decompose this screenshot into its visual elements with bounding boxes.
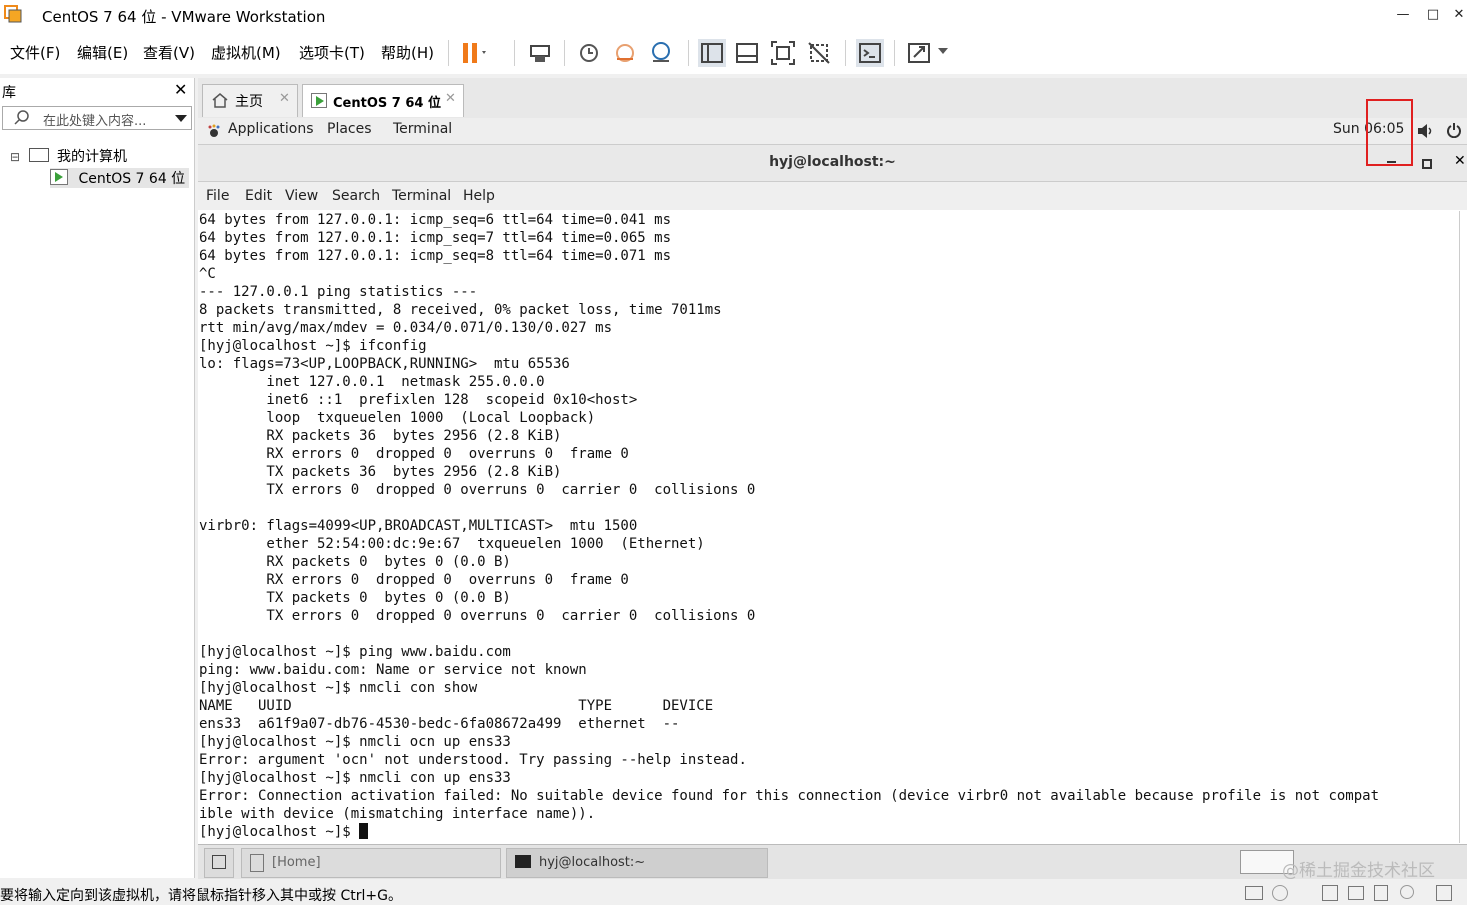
terminal-icon <box>515 855 531 868</box>
unity-mode-icon[interactable] <box>805 39 833 67</box>
library-search-input[interactable]: 在此处键入内容... <box>2 106 192 130</box>
toolbar-separator <box>894 40 895 66</box>
gnome-terminal-menu[interactable]: Terminal <box>393 121 452 137</box>
terminal-title: hyj@localhost:~ <box>769 154 896 170</box>
vmware-logo-icon <box>4 5 22 23</box>
close-button[interactable]: ✕ <box>1444 4 1467 26</box>
power-icon[interactable] <box>1446 122 1462 142</box>
gnome-top-bar: Applications Places Terminal Sun 06:05 <box>198 118 1467 145</box>
watermark: @稀土掘金技术社区 <box>1282 861 1435 881</box>
network-icon[interactable] <box>1322 885 1338 901</box>
hard-disk-icon[interactable] <box>1245 886 1263 900</box>
sound-icon[interactable] <box>1374 885 1388 901</box>
taskbar-home-label: [Home] <box>272 855 321 870</box>
tab-centos[interactable]: CentOS 7 64 位 ✕ <box>302 84 464 117</box>
terminal-output[interactable]: 64 bytes from 127.0.0.1: icmp_seq=6 ttl=… <box>199 211 1460 843</box>
menu-tabs[interactable]: 选项卡(T) <box>299 42 365 63</box>
toolbar-separator <box>564 40 565 66</box>
toolbar-separator <box>448 40 449 66</box>
gnome-places-menu[interactable]: Places <box>327 121 372 137</box>
tab-strip: 主页 ✕ CentOS 7 64 位 ✕ <box>198 78 1467 118</box>
tree-expander-icon[interactable]: ⊟ <box>10 150 20 164</box>
terminal-menu-edit[interactable]: Edit <box>245 188 272 204</box>
chevron-down-icon[interactable] <box>938 48 948 54</box>
vm-screen[interactable]: Applications Places Terminal Sun 06:05 h… <box>198 118 1467 879</box>
gnome-applications-menu[interactable]: Applications <box>228 121 314 137</box>
terminal-maximize-button[interactable] <box>1422 159 1432 169</box>
vm-running-icon <box>311 93 327 108</box>
desktop-icon <box>212 855 226 869</box>
home-icon <box>211 91 229 113</box>
library-close-button[interactable]: ✕ <box>174 80 187 99</box>
taskbar-item-terminal[interactable]: hyj@localhost:~ <box>506 848 768 878</box>
vm-running-icon <box>50 169 68 185</box>
terminal-menu-view[interactable]: View <box>285 188 318 204</box>
send-ctrl-alt-del-icon[interactable] <box>526 39 554 67</box>
cd-drive-icon[interactable] <box>1272 885 1288 901</box>
terminal-menubar: File Edit View Search Terminal Help <box>198 182 1467 210</box>
computer-icon <box>28 148 49 162</box>
minimize-button[interactable]: — <box>1388 4 1418 26</box>
console-view-icon[interactable] <box>856 39 884 67</box>
status-bar: 要将输入定向到该虚拟机，请将鼠标指针移入其中或按 Ctrl+G。 <box>0 880 1467 904</box>
toolbar-separator <box>514 40 515 66</box>
tab-close-icon[interactable]: ✕ <box>279 91 290 106</box>
library-search-placeholder: 在此处键入内容... <box>43 114 147 129</box>
show-library-icon[interactable] <box>698 39 726 67</box>
volume-icon[interactable] <box>1416 123 1434 143</box>
taskbar-item-home[interactable]: [Home] <box>241 848 501 878</box>
tree-item-centos[interactable]: CentOS 7 64 位 <box>50 168 190 188</box>
tree-vm-label: CentOS 7 64 位 <box>78 171 186 187</box>
search-icon <box>13 109 31 131</box>
terminal-menu-terminal[interactable]: Terminal <box>392 188 451 204</box>
tab-home[interactable]: 主页 ✕ <box>202 84 298 117</box>
taskbar-terminal-label: hyj@localhost:~ <box>539 855 646 870</box>
menu-vm[interactable]: 虚拟机(M) <box>211 42 281 63</box>
menu-edit[interactable]: 编辑(E) <box>77 42 128 63</box>
menu-view[interactable]: 查看(V) <box>143 42 195 63</box>
message-log-icon[interactable] <box>1436 885 1452 901</box>
terminal-close-button[interactable]: ✕ <box>1454 153 1466 169</box>
menu-toolbar: 文件(F) 编辑(E) 查看(V) 虚拟机(M) 选项卡(T) 帮助(H) <box>0 32 1467 74</box>
tree-root-label: 我的计算机 <box>56 149 127 165</box>
thumbnail-bar-icon[interactable] <box>733 39 761 67</box>
terminal-text: 64 bytes from 127.0.0.1: icmp_seq=6 ttl=… <box>199 212 1380 822</box>
file-manager-icon <box>250 854 264 872</box>
tree-my-computer[interactable]: ⊟ 我的计算机 <box>10 146 127 166</box>
show-desktop-button[interactable] <box>204 848 234 878</box>
status-message: 要将输入定向到该虚拟机，请将鼠标指针移入其中或按 Ctrl+G。 <box>0 888 402 904</box>
tab-close-icon[interactable]: ✕ <box>445 91 456 106</box>
terminal-cursor <box>359 823 369 839</box>
terminal-titlebar: hyj@localhost:~ ✕ <box>198 145 1467 182</box>
library-title: 库 <box>2 85 16 101</box>
pause-icon[interactable] <box>458 39 486 67</box>
printer-icon[interactable] <box>1348 886 1364 900</box>
title-bar: CentOS 7 64 位 - VMware Workstation — □ ✕ <box>0 0 1467 32</box>
snapshot-manager-icon[interactable] <box>647 39 675 67</box>
chevron-down-icon[interactable] <box>175 115 187 122</box>
terminal-prompt: [hyj@localhost ~]$ <box>199 824 360 840</box>
menu-help[interactable]: 帮助(H) <box>381 42 434 63</box>
terminal-menu-search[interactable]: Search <box>332 188 380 204</box>
tab-home-label: 主页 <box>235 94 263 110</box>
usb-icon[interactable] <box>1400 885 1414 899</box>
snapshot-icon[interactable] <box>575 39 603 67</box>
menu-file[interactable]: 文件(F) <box>10 42 60 63</box>
gnome-foot-icon <box>207 124 221 142</box>
tab-centos-label: CentOS 7 64 位 <box>333 96 441 111</box>
toolbar-separator <box>688 40 689 66</box>
toolbar-separator <box>845 40 846 66</box>
gnome-taskbar: [Home] hyj@localhost:~ <box>198 844 1467 879</box>
full-screen-icon[interactable] <box>769 39 797 67</box>
terminal-menu-file[interactable]: File <box>206 188 229 204</box>
revert-snapshot-icon[interactable] <box>611 39 639 67</box>
stretch-guest-icon[interactable] <box>905 39 933 67</box>
library-panel: 库 ✕ 在此处键入内容... ⊟ 我的计算机 CentOS 7 64 位 <box>0 78 195 878</box>
highlight-box <box>1366 99 1413 166</box>
window-title: CentOS 7 64 位 - VMware Workstation <box>42 8 326 26</box>
terminal-menu-help[interactable]: Help <box>463 188 495 204</box>
